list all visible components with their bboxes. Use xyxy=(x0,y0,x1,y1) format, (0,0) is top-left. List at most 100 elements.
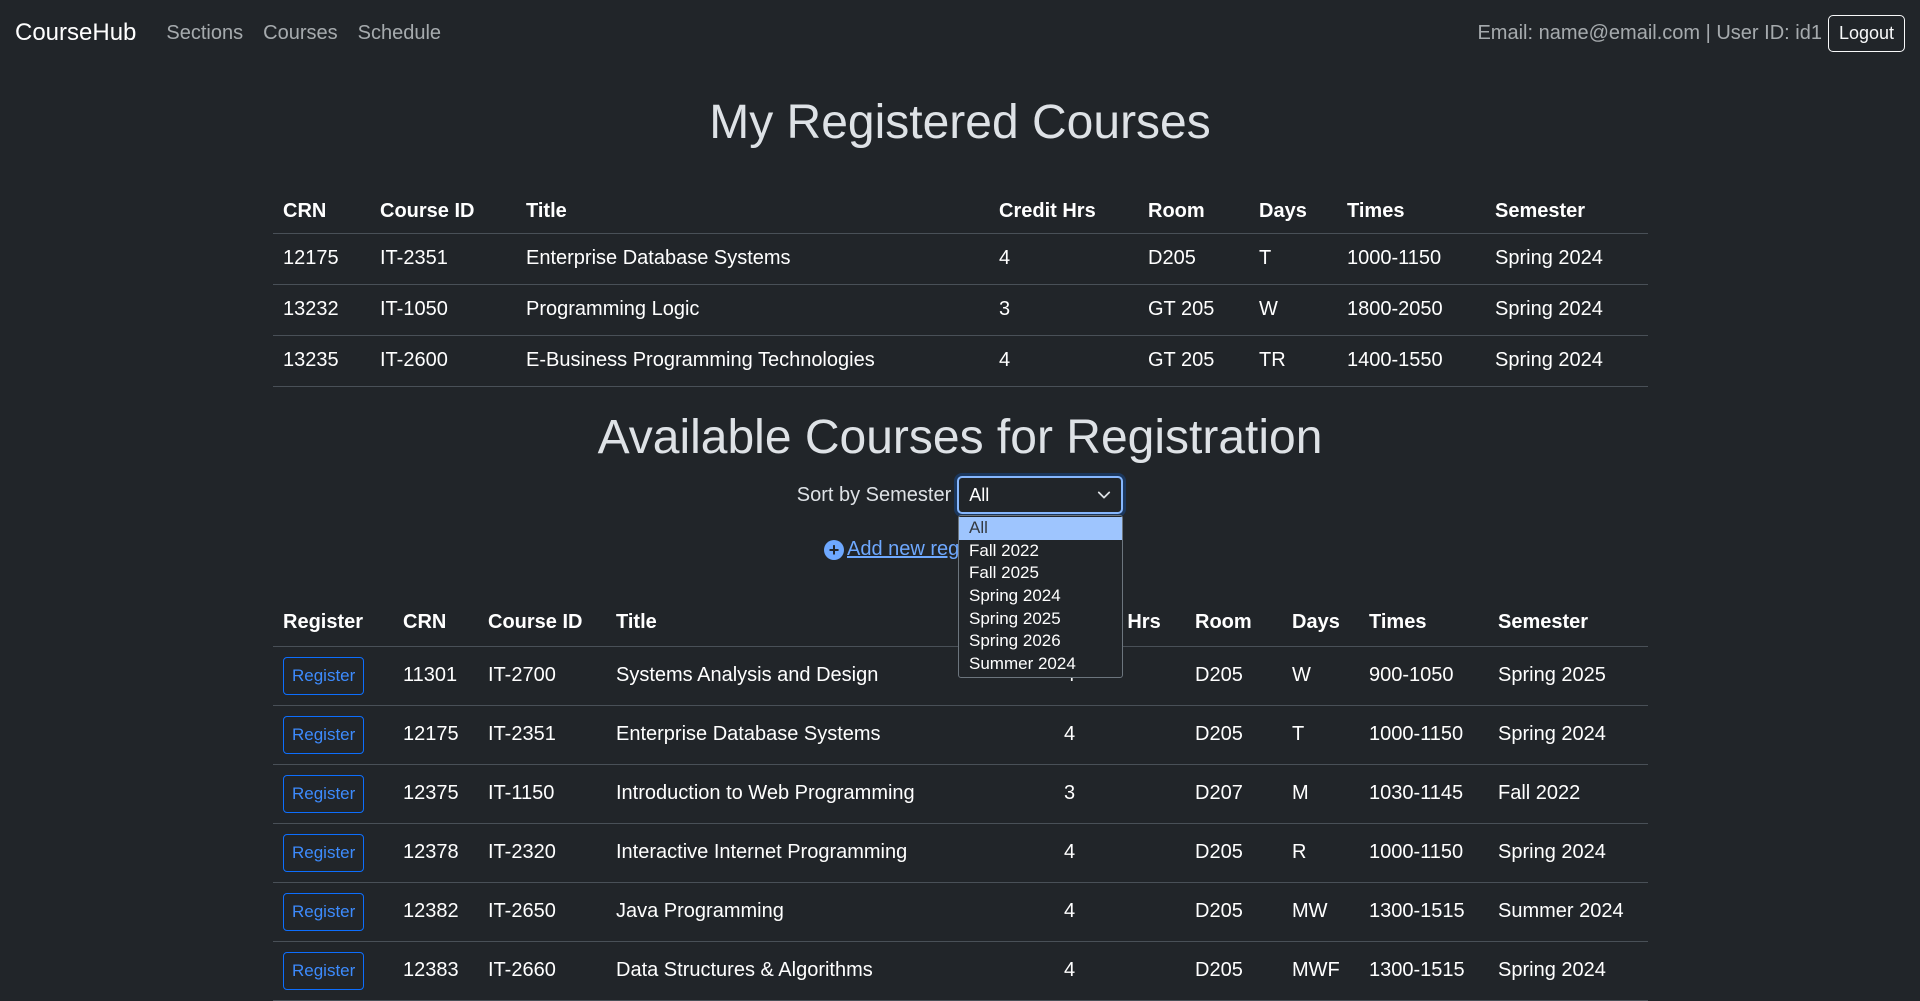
room-cell: D205 xyxy=(1195,723,1243,745)
register-button[interactable]: Register xyxy=(283,656,365,695)
course-id-cell: IT-2660 xyxy=(488,959,556,981)
title-cell: Data Structures & Algorithms xyxy=(616,959,873,981)
credit-hrs-cell: 3 xyxy=(999,298,1011,320)
days-cell: M xyxy=(1292,782,1309,804)
course-id-cell: IT-2650 xyxy=(488,900,556,922)
semester-cell: Spring 2025 xyxy=(1498,664,1606,686)
registered-courses-title: My Registered Courses xyxy=(709,96,1211,149)
times-cell: 1000-1150 xyxy=(1369,841,1464,863)
add-new-registration-link[interactable]: + Add new reg xyxy=(824,538,959,561)
nav-link-courses[interactable]: Courses xyxy=(263,22,337,45)
crn-cell: 13232 xyxy=(283,298,339,320)
dropdown-option[interactable]: Spring 2026 xyxy=(959,630,1122,653)
table-row: 12175 IT-2351 Enterprise Database System… xyxy=(273,233,1648,284)
days-cell: T xyxy=(1292,723,1305,745)
course-id-cell: IT-2600 xyxy=(380,349,448,371)
semester-cell: Spring 2024 xyxy=(1495,298,1603,320)
logout-button[interactable]: Logout xyxy=(1827,14,1905,52)
table-row: Register 12378 IT-2320 Interactive Inter… xyxy=(273,823,1648,882)
table-row: Register 12175 IT-2351 Enterprise Databa… xyxy=(273,705,1648,764)
times-cell: 900-1050 xyxy=(1369,664,1454,686)
column-header: Room xyxy=(1195,611,1252,634)
brand-logo[interactable]: CourseHub xyxy=(15,19,136,47)
column-header: Register xyxy=(283,611,364,634)
register-button[interactable]: Register xyxy=(283,951,365,990)
crn-cell: 13235 xyxy=(283,349,339,371)
navbar: CourseHub Sections Courses Schedule Emai… xyxy=(0,0,1920,66)
semester-cell: Spring 2024 xyxy=(1498,723,1606,745)
times-cell: 1800-2050 xyxy=(1347,298,1443,320)
table-header-row: CRN Course ID Title Credit Hrs Room Days… xyxy=(273,190,1648,233)
crn-cell: 12175 xyxy=(283,247,339,269)
title-cell: Enterprise Database Systems xyxy=(526,247,791,269)
crn-cell: 11301 xyxy=(403,664,458,686)
times-cell: 1030-1145 xyxy=(1369,782,1464,804)
room-cell: D205 xyxy=(1148,247,1196,269)
times-cell: 1000-1150 xyxy=(1369,723,1464,745)
dropdown-option[interactable]: Spring 2024 xyxy=(959,585,1122,608)
times-cell: 1300-1515 xyxy=(1369,900,1465,922)
table-row: Register 12383 IT-2660 Data Structures &… xyxy=(273,941,1648,1000)
crn-cell: 12375 xyxy=(403,782,459,804)
course-id-cell: IT-2351 xyxy=(380,247,448,269)
room-cell: D205 xyxy=(1195,841,1243,863)
column-header: Credit Hrs xyxy=(999,199,1096,222)
credit-hrs-cell: 4 xyxy=(1064,841,1076,863)
credit-hrs-cell: 4 xyxy=(1064,959,1076,981)
crn-cell: 12175 xyxy=(403,723,459,745)
room-cell: D205 xyxy=(1195,959,1243,981)
semester-dropdown-list: All Fall 2022 Fall 2025 Spring 2024 Spri… xyxy=(958,515,1123,678)
title-cell: E-Business Programming Technologies xyxy=(526,349,875,371)
title-cell: Programming Logic xyxy=(526,298,700,320)
dropdown-option[interactable]: All xyxy=(959,517,1122,540)
register-button[interactable]: Register xyxy=(283,774,365,813)
semester-cell: Summer 2024 xyxy=(1498,900,1624,922)
register-button[interactable]: Register xyxy=(283,892,365,931)
dropdown-option[interactable]: Spring 2025 xyxy=(959,608,1122,631)
room-cell: D205 xyxy=(1195,900,1243,922)
table-row: Register 12382 IT-2650 Java Programming … xyxy=(273,882,1648,941)
semester-select-value: All xyxy=(969,484,990,505)
crn-cell: 12383 xyxy=(403,959,459,981)
credit-hrs-cell: 4 xyxy=(999,349,1011,371)
semester-cell: Spring 2024 xyxy=(1498,959,1606,981)
plus-circle-icon: + xyxy=(824,539,844,560)
title-cell: Interactive Internet Programming xyxy=(616,841,908,863)
room-cell: GT 205 xyxy=(1148,298,1215,320)
register-button[interactable]: Register xyxy=(283,715,365,754)
course-id-cell: IT-2351 xyxy=(488,723,556,745)
credit-hrs-cell: 3 xyxy=(1064,782,1076,804)
user-info: Email: name@email.com | User ID: id1 xyxy=(1477,21,1822,44)
column-header: Days xyxy=(1259,199,1307,222)
available-courses-title: Available Courses for Registration xyxy=(597,411,1323,464)
chevron-down-icon xyxy=(1098,491,1111,499)
semester-cell: Spring 2024 xyxy=(1495,349,1603,371)
column-header: Days xyxy=(1292,611,1340,634)
semester-select[interactable]: All xyxy=(957,476,1124,514)
column-header: Times xyxy=(1369,611,1427,634)
credit-hrs-cell: 4 xyxy=(1064,900,1076,922)
table-row: Register 12375 IT-1150 Introduction to W… xyxy=(273,764,1648,823)
room-cell: GT 205 xyxy=(1148,349,1215,371)
credit-hrs-cell: 4 xyxy=(1064,723,1076,745)
semester-cell: Spring 2024 xyxy=(1495,247,1603,269)
days-cell: R xyxy=(1292,841,1307,863)
days-cell: W xyxy=(1259,298,1278,320)
times-cell: 1300-1515 xyxy=(1369,959,1465,981)
column-header: Course ID xyxy=(380,199,475,222)
dropdown-option[interactable]: Fall 2025 xyxy=(959,562,1122,585)
dropdown-option[interactable]: Fall 2022 xyxy=(959,540,1122,563)
sort-label: Sort by Semester xyxy=(796,483,952,506)
table-row: 13232 IT-1050 Programming Logic 3 GT 205… xyxy=(273,284,1648,335)
column-header: CRN xyxy=(283,199,327,222)
dropdown-option[interactable]: Summer 2024 xyxy=(959,653,1122,676)
column-header: CRN xyxy=(403,611,447,634)
nav-link-sections[interactable]: Sections xyxy=(166,22,243,45)
days-cell: TR xyxy=(1259,349,1286,371)
times-cell: 1400-1550 xyxy=(1347,349,1443,371)
nav-link-schedule[interactable]: Schedule xyxy=(358,22,441,45)
register-button[interactable]: Register xyxy=(283,833,365,872)
column-header: Times xyxy=(1347,199,1405,222)
times-cell: 1000-1150 xyxy=(1347,247,1442,269)
column-header: Semester xyxy=(1495,199,1586,222)
